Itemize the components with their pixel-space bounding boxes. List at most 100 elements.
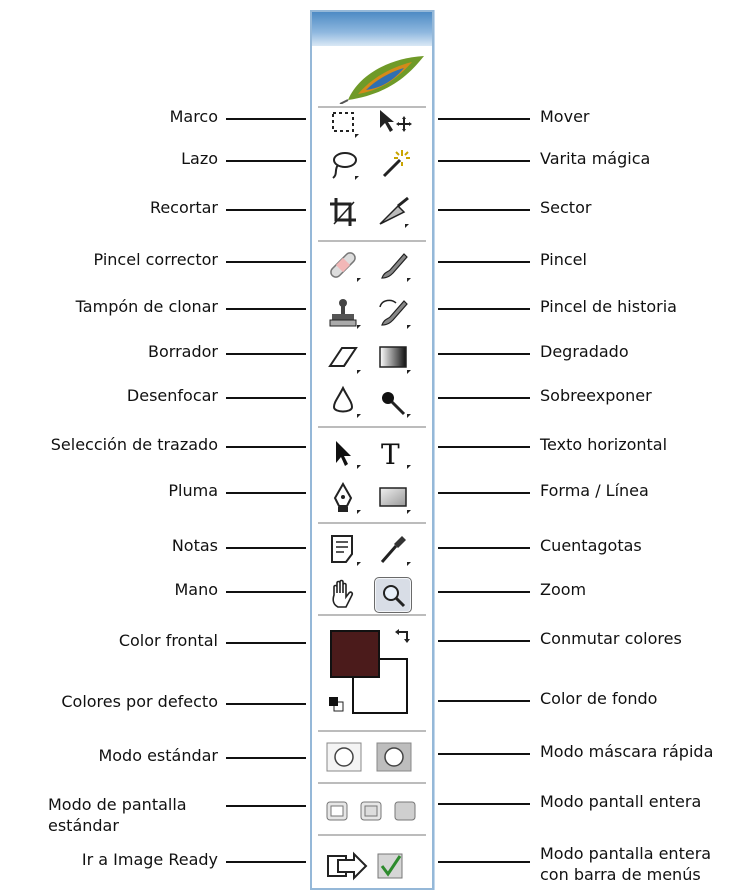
label-colores-defecto: Colores por defecto (61, 692, 218, 711)
label-modo-pantalla-estandar: Modo de pantalla estándar (48, 795, 187, 835)
label-texto-horizontal: Texto horizontal (540, 435, 668, 454)
leader-line-notas (226, 547, 306, 549)
eraser-icon[interactable] (324, 340, 362, 376)
leader-line-modo-estandar (226, 757, 306, 759)
label-marco: Marco (169, 107, 218, 126)
hand-icon[interactable] (324, 577, 362, 613)
leader-line-pantalla-estandar (226, 805, 306, 807)
foreground-color-swatch[interactable] (330, 630, 380, 678)
leader-line-varita (438, 160, 530, 162)
magic-wand-icon[interactable] (374, 146, 412, 182)
separator (318, 614, 426, 617)
path-selection-arrow-icon[interactable] (324, 435, 362, 471)
leader-line-sobreexponer (438, 397, 530, 399)
label-pluma: Pluma (168, 481, 218, 500)
leader-line-conmutar (438, 640, 530, 642)
healing-brush-icon[interactable] (324, 248, 362, 284)
leader-line-color-fondo (438, 700, 530, 702)
leader-line-pincel (438, 261, 530, 263)
leader-line-pincel-historia (438, 308, 530, 310)
leader-line-mano (226, 591, 306, 593)
brush-icon[interactable] (374, 248, 412, 284)
leader-line-recortar (226, 209, 306, 211)
separator (318, 782, 426, 785)
label-sector: Sector (540, 198, 592, 217)
eyedropper-icon[interactable] (374, 532, 412, 568)
label-notas: Notas (171, 536, 218, 555)
standard-mode-icon[interactable] (326, 742, 362, 772)
label-varita-magica: Varita mágica (540, 149, 651, 168)
svg-text:T: T (381, 438, 400, 471)
leader-line-borrador (226, 353, 306, 355)
blur-drop-icon[interactable] (324, 384, 362, 420)
separator (318, 240, 426, 243)
leader-line-zoom (438, 591, 530, 593)
leader-line-texto (438, 446, 530, 448)
label-forma-linea: Forma / Línea (540, 481, 649, 500)
quick-mask-icon[interactable] (376, 742, 412, 772)
label-modo-pantall-entera: Modo pantall entera (540, 792, 702, 811)
label-modo-mascara-rapida: Modo máscara rápida (540, 742, 714, 761)
label-mover: Mover (540, 107, 590, 126)
label-sobreexponer: Sobreexponer (540, 386, 652, 405)
zoom-magnifier-icon[interactable] (374, 577, 412, 613)
leader-line-sector (438, 209, 530, 211)
image-ready-icon[interactable] (324, 846, 420, 882)
separator (318, 834, 426, 837)
leader-line-pincel-corrector (226, 261, 306, 263)
default-colors-icon[interactable] (328, 696, 344, 712)
leader-line-image-ready (226, 861, 306, 863)
leader-line-forma (438, 492, 530, 494)
leader-line-cuentagotas (438, 547, 530, 549)
leader-line-seleccion (226, 446, 306, 448)
label-tampon-clonar: Tampón de clonar (75, 297, 218, 316)
leader-line-lazo (226, 160, 306, 162)
label-zoom: Zoom (540, 580, 587, 599)
label-lazo: Lazo (181, 149, 218, 168)
label-pincel-historia: Pincel de historia (540, 297, 677, 316)
label-conmutar-colores: Conmutar colores (540, 629, 682, 648)
label-color-frontal: Color frontal (118, 631, 218, 650)
label-desenfocar: Desenfocar (126, 386, 218, 405)
label-recortar: Recortar (149, 198, 218, 217)
leader-line-mascara (438, 753, 530, 755)
lasso-icon[interactable] (324, 146, 362, 182)
slice-icon[interactable] (374, 194, 412, 230)
history-brush-icon[interactable] (374, 295, 412, 331)
crop-icon[interactable] (324, 194, 362, 230)
leader-line-degradado (438, 353, 530, 355)
text-t-icon[interactable]: T (374, 435, 412, 471)
notes-icon[interactable] (324, 532, 362, 568)
separator (318, 522, 426, 525)
leader-line-pluma (226, 492, 306, 494)
pen-icon[interactable] (324, 480, 362, 516)
leader-line-desenfocar (226, 397, 306, 399)
leader-line-color-frontal (226, 642, 306, 644)
label-degradado: Degradado (540, 342, 629, 361)
label-pincel: Pincel (540, 250, 587, 269)
leader-line-tampon (226, 308, 306, 310)
label-mano: Mano (174, 580, 218, 599)
leader-line-marco (226, 118, 306, 120)
label-ir-image-ready: Ir a Image Ready (81, 850, 218, 869)
swap-colors-icon[interactable] (394, 626, 414, 646)
label-pincel-corrector: Pincel corrector (93, 250, 218, 269)
separator (318, 730, 426, 733)
separator (318, 426, 426, 429)
leader-line-pantalla-menus (438, 861, 530, 863)
label-seleccion-trazado: Selección de trazado (50, 435, 218, 454)
shape-rectangle-icon[interactable] (374, 480, 412, 516)
label-color-fondo: Color de fondo (540, 689, 658, 708)
move-icon[interactable] (374, 104, 412, 140)
label-modo-estandar: Modo estándar (98, 746, 218, 765)
label-borrador: Borrador (148, 342, 218, 361)
gradient-icon[interactable] (374, 340, 412, 376)
rect-marquee-icon[interactable] (324, 104, 362, 140)
toolbox-panel: T (310, 10, 434, 890)
dodge-icon[interactable] (374, 384, 412, 420)
feather-logo-icon (339, 56, 424, 104)
clone-stamp-icon[interactable] (324, 295, 362, 331)
panel-title-bar[interactable] (312, 12, 432, 46)
screen-mode-icons[interactable] (324, 798, 420, 824)
leader-line-colores-defecto (226, 703, 306, 705)
